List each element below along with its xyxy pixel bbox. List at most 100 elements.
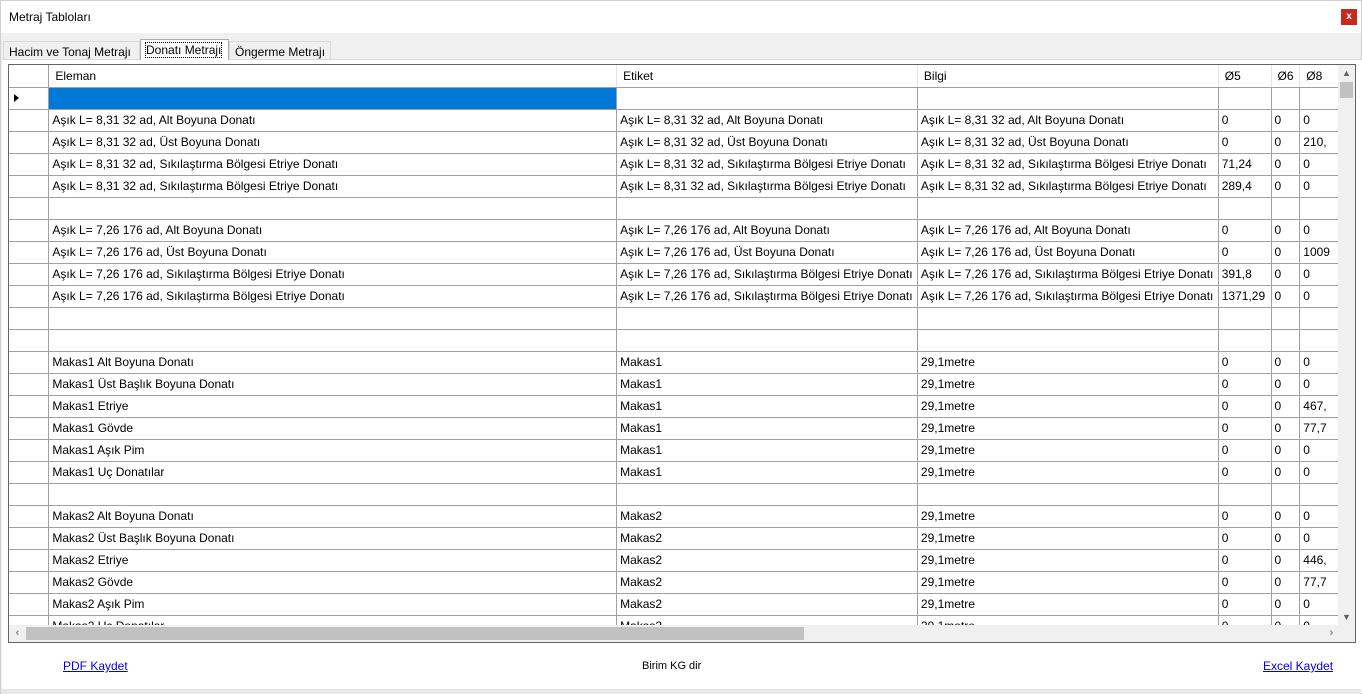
grid-cell[interactable]: Makas1 Aşık Pim: [48, 439, 618, 462]
scroll-down-icon[interactable]: ▼: [1338, 609, 1355, 626]
row-header[interactable]: [9, 461, 50, 484]
grid-cell[interactable]: Aşık L= 8,31 32 ad, Sıkılaştırma Bölgesi…: [917, 175, 1219, 198]
grid-cell[interactable]: Aşık L= 8,31 32 ad, Alt Boyuna Donatı: [917, 109, 1219, 132]
row-header[interactable]: [9, 571, 50, 594]
row-header[interactable]: [9, 109, 50, 132]
grid-cell[interactable]: Aşık L= 7,26 176 ad, Sıkılaştırma Bölges…: [616, 263, 918, 286]
grid-cell[interactable]: Makas1: [616, 351, 918, 374]
grid-cell[interactable]: 0: [1299, 351, 1340, 374]
grid-cell[interactable]: [1271, 307, 1301, 330]
column-header[interactable]: Ø8: [1299, 65, 1340, 88]
grid-cell[interactable]: 0: [1299, 373, 1340, 396]
grid-cell[interactable]: 0: [1299, 593, 1340, 616]
grid-cell[interactable]: Aşık L= 8,31 32 ad, Üst Boyuna Donatı: [917, 131, 1219, 154]
table-row[interactable]: Aşık L= 8,31 32 ad, Üst Boyuna Donatı Aşı…: [9, 131, 1340, 154]
table-row[interactable]: Makas1 Uç Donatılar Makas1 29,1metre 0 0 0: [9, 461, 1340, 484]
grid-cell[interactable]: 77,7: [1299, 417, 1340, 440]
grid-cell[interactable]: Aşık L= 8,31 32 ad, Sıkılaştırma Bölgesi…: [917, 153, 1219, 176]
table-row[interactable]: Aşık L= 8,31 32 ad, Alt Boyuna Donatı Aşı…: [9, 109, 1340, 132]
grid-cell[interactable]: 0: [1218, 527, 1272, 550]
grid-cell[interactable]: 289,4: [1218, 175, 1272, 198]
grid-cell[interactable]: 0: [1218, 395, 1272, 418]
grid-cell[interactable]: 29,1metre: [917, 351, 1219, 374]
column-header[interactable]: Ø6: [1271, 65, 1301, 88]
grid-cell[interactable]: Aşık L= 7,26 176 ad, Alt Boyuna Donatı: [48, 219, 618, 242]
grid-cell[interactable]: Makas1: [616, 461, 918, 484]
grid-cell[interactable]: Aşık L= 8,31 32 ad, Üst Boyuna Donatı: [48, 131, 618, 154]
grid-cell[interactable]: 0: [1271, 175, 1301, 198]
grid-cell[interactable]: 29,1metre: [917, 461, 1219, 484]
grid-cell[interactable]: 0: [1218, 593, 1272, 616]
table-row[interactable]: Makas1 Üst Başlık Boyuna Donatı Makas1 29,…: [9, 373, 1340, 396]
grid-cell[interactable]: Makas1: [616, 395, 918, 418]
grid-cell[interactable]: [917, 483, 1219, 506]
grid-cell[interactable]: [616, 307, 918, 330]
scroll-up-icon[interactable]: ▲: [1338, 65, 1355, 82]
table-row[interactable]: [9, 197, 1340, 220]
grid-cell[interactable]: 0: [1218, 241, 1272, 264]
grid-cell[interactable]: Aşık L= 8,31 32 ad, Sıkılaştırma Bölgesi…: [48, 153, 618, 176]
grid-cell[interactable]: Makas2 Gövde: [48, 571, 618, 594]
table-row[interactable]: Makas2 Alt Boyuna Donatı Makas2 29,1metre 0…: [9, 505, 1340, 528]
grid-cell[interactable]: 210,: [1299, 131, 1340, 154]
grid-cell[interactable]: 0: [1218, 571, 1272, 594]
grid-cell[interactable]: 0: [1218, 219, 1272, 242]
grid-cell[interactable]: Aşık L= 8,31 32 ad, Alt Boyuna Donatı: [616, 109, 918, 132]
grid-cell[interactable]: [1271, 197, 1301, 220]
grid-cell[interactable]: [48, 307, 618, 330]
grid-cell[interactable]: Makas1 Alt Boyuna Donatı: [48, 351, 618, 374]
grid-cell[interactable]: [48, 87, 618, 110]
grid-cell[interactable]: Makas2: [616, 593, 918, 616]
grid-cell[interactable]: 29,1metre: [917, 593, 1219, 616]
table-row[interactable]: [9, 483, 1340, 506]
grid-cell[interactable]: 0: [1299, 109, 1340, 132]
row-header[interactable]: [9, 549, 50, 572]
grid-cell[interactable]: Aşık L= 7,26 176 ad, Sıkılaştırma Bölges…: [48, 285, 618, 308]
grid-cell[interactable]: 0: [1218, 505, 1272, 528]
grid-cell[interactable]: [917, 307, 1219, 330]
grid-cell[interactable]: 0: [1271, 219, 1301, 242]
tab-hacim-tonaj[interactable]: Hacim ve Tonaj Metrajı: [3, 41, 140, 60]
grid-cell[interactable]: Aşık L= 7,26 176 ad, Üst Boyuna Donatı: [48, 241, 618, 264]
grid-cell[interactable]: 29,1metre: [917, 549, 1219, 572]
grid-cell[interactable]: 0: [1218, 417, 1272, 440]
grid-cell[interactable]: 0: [1271, 395, 1301, 418]
row-header[interactable]: [9, 219, 50, 242]
grid-cell[interactable]: [1299, 197, 1340, 220]
grid-cell[interactable]: [48, 483, 618, 506]
grid-cell[interactable]: [1299, 307, 1340, 330]
grid-cell[interactable]: 0: [1271, 527, 1301, 550]
grid-cell[interactable]: [1271, 483, 1301, 506]
grid-cell[interactable]: Aşık L= 7,26 176 ad, Üst Boyuna Donatı: [917, 241, 1219, 264]
row-header[interactable]: [9, 329, 50, 352]
grid-cell[interactable]: 0: [1218, 351, 1272, 374]
horizontal-scrollbar[interactable]: ‹ ›: [9, 625, 1340, 642]
grid-cell[interactable]: [1299, 483, 1340, 506]
column-header[interactable]: Eleman: [48, 65, 618, 88]
data-grid[interactable]: Eleman Etiket Bilgi Ø5 Ø6 Ø8 Aşık L= 8,3…: [8, 64, 1356, 643]
grid-cell[interactable]: 0: [1218, 131, 1272, 154]
grid-cell[interactable]: Makas2 Üst Başlık Boyuna Donatı: [48, 527, 618, 550]
grid-cell[interactable]: Aşık L= 7,26 176 ad, Sıkılaştırma Bölges…: [917, 285, 1219, 308]
column-header[interactable]: Bilgi: [917, 65, 1219, 88]
grid-cell[interactable]: 0: [1299, 439, 1340, 462]
grid-cell[interactable]: Makas1 Uç Donatılar: [48, 461, 618, 484]
grid-cell[interactable]: 446,: [1299, 549, 1340, 572]
grid-cell[interactable]: 0: [1271, 417, 1301, 440]
grid-cell[interactable]: 0: [1271, 153, 1301, 176]
grid-cell[interactable]: [1218, 197, 1272, 220]
table-row[interactable]: Aşık L= 8,31 32 ad, Sıkılaştırma Bölgesi…: [9, 175, 1340, 198]
row-header[interactable]: [9, 483, 50, 506]
row-header[interactable]: [9, 417, 50, 440]
tab-donati[interactable]: Donatı Metrajı: [140, 39, 229, 60]
grid-cell[interactable]: [1271, 329, 1301, 352]
vertical-scroll-thumb[interactable]: [1340, 82, 1353, 98]
table-row[interactable]: Aşık L= 7,26 176 ad, Üst Boyuna Donatı Aş…: [9, 241, 1340, 264]
table-row[interactable]: Aşık L= 8,31 32 ad, Sıkılaştırma Bölgesi…: [9, 153, 1340, 176]
grid-cell[interactable]: 0: [1271, 593, 1301, 616]
grid-cell[interactable]: 0: [1271, 571, 1301, 594]
grid-cell[interactable]: Makas2: [616, 527, 918, 550]
grid-cell[interactable]: Aşık L= 7,26 176 ad, Alt Boyuna Donatı: [616, 219, 918, 242]
grid-cell[interactable]: 0: [1271, 109, 1301, 132]
grid-cell[interactable]: Aşık L= 8,31 32 ad, Üst Boyuna Donatı: [616, 131, 918, 154]
